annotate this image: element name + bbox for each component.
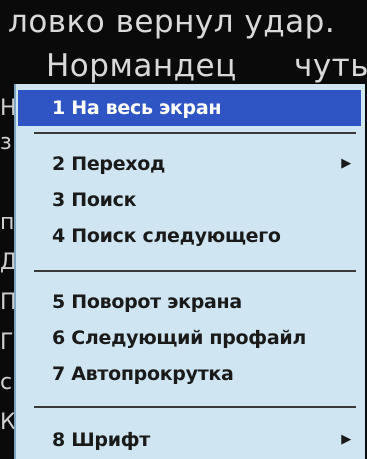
- menu-item-fullscreen[interactable]: 1 На весь экран: [18, 90, 361, 126]
- left-fragment: К: [0, 410, 16, 435]
- menu-item-goto[interactable]: 2 Переход ▶: [16, 148, 361, 180]
- left-fragment: п: [0, 210, 15, 235]
- left-fragment: з: [0, 130, 12, 155]
- menu-item-label: 8 Шрифт: [52, 429, 150, 451]
- reader-screen: ловко вернул удар. Нормандец чуть Н з п …: [0, 0, 367, 459]
- menu-item-autoscroll[interactable]: 7 Автопрокрутка: [16, 358, 361, 390]
- menu-item-label: 2 Переход: [52, 153, 166, 175]
- menu-item-font[interactable]: 8 Шрифт ▶: [16, 424, 361, 456]
- menu-item-label: 7 Автопрокрутка: [52, 363, 234, 385]
- menu-item-label: 6 Следующий профайл: [52, 327, 307, 349]
- left-fragment: с: [0, 370, 13, 395]
- menu-item-search[interactable]: 3 Поиск: [16, 184, 361, 216]
- submenu-arrow-icon: ▶: [341, 156, 351, 171]
- menu-separator: [34, 270, 356, 272]
- submenu-arrow-icon: ▶: [341, 432, 351, 447]
- reader-text-line-2-end: чуть: [294, 48, 367, 84]
- menu-item-next-profile[interactable]: 6 Следующий профайл: [16, 322, 361, 354]
- menu-item-label: 1 На весь экран: [52, 97, 222, 119]
- context-menu: 1 На весь экран 2 Переход ▶ 3 Поиск 4 По…: [14, 84, 365, 459]
- menu-item-label: 5 Поворот экрана: [52, 291, 242, 313]
- menu-item-rotate-screen[interactable]: 5 Поворот экрана: [16, 286, 361, 318]
- left-fragment: Н: [0, 96, 17, 121]
- menu-separator: [34, 132, 356, 134]
- menu-separator: [34, 406, 356, 408]
- reader-text-line-2: Нормандец: [46, 48, 237, 84]
- left-fragment: Д: [0, 250, 18, 275]
- menu-item-label: 4 Поиск следующего: [52, 225, 281, 247]
- left-fragment: Г: [0, 330, 14, 355]
- left-fragment: П: [0, 290, 17, 315]
- menu-item-search-next[interactable]: 4 Поиск следующего: [16, 220, 361, 252]
- reader-text-line-1: ловко вернул удар.: [8, 4, 336, 40]
- menu-item-label: 3 Поиск: [52, 189, 137, 211]
